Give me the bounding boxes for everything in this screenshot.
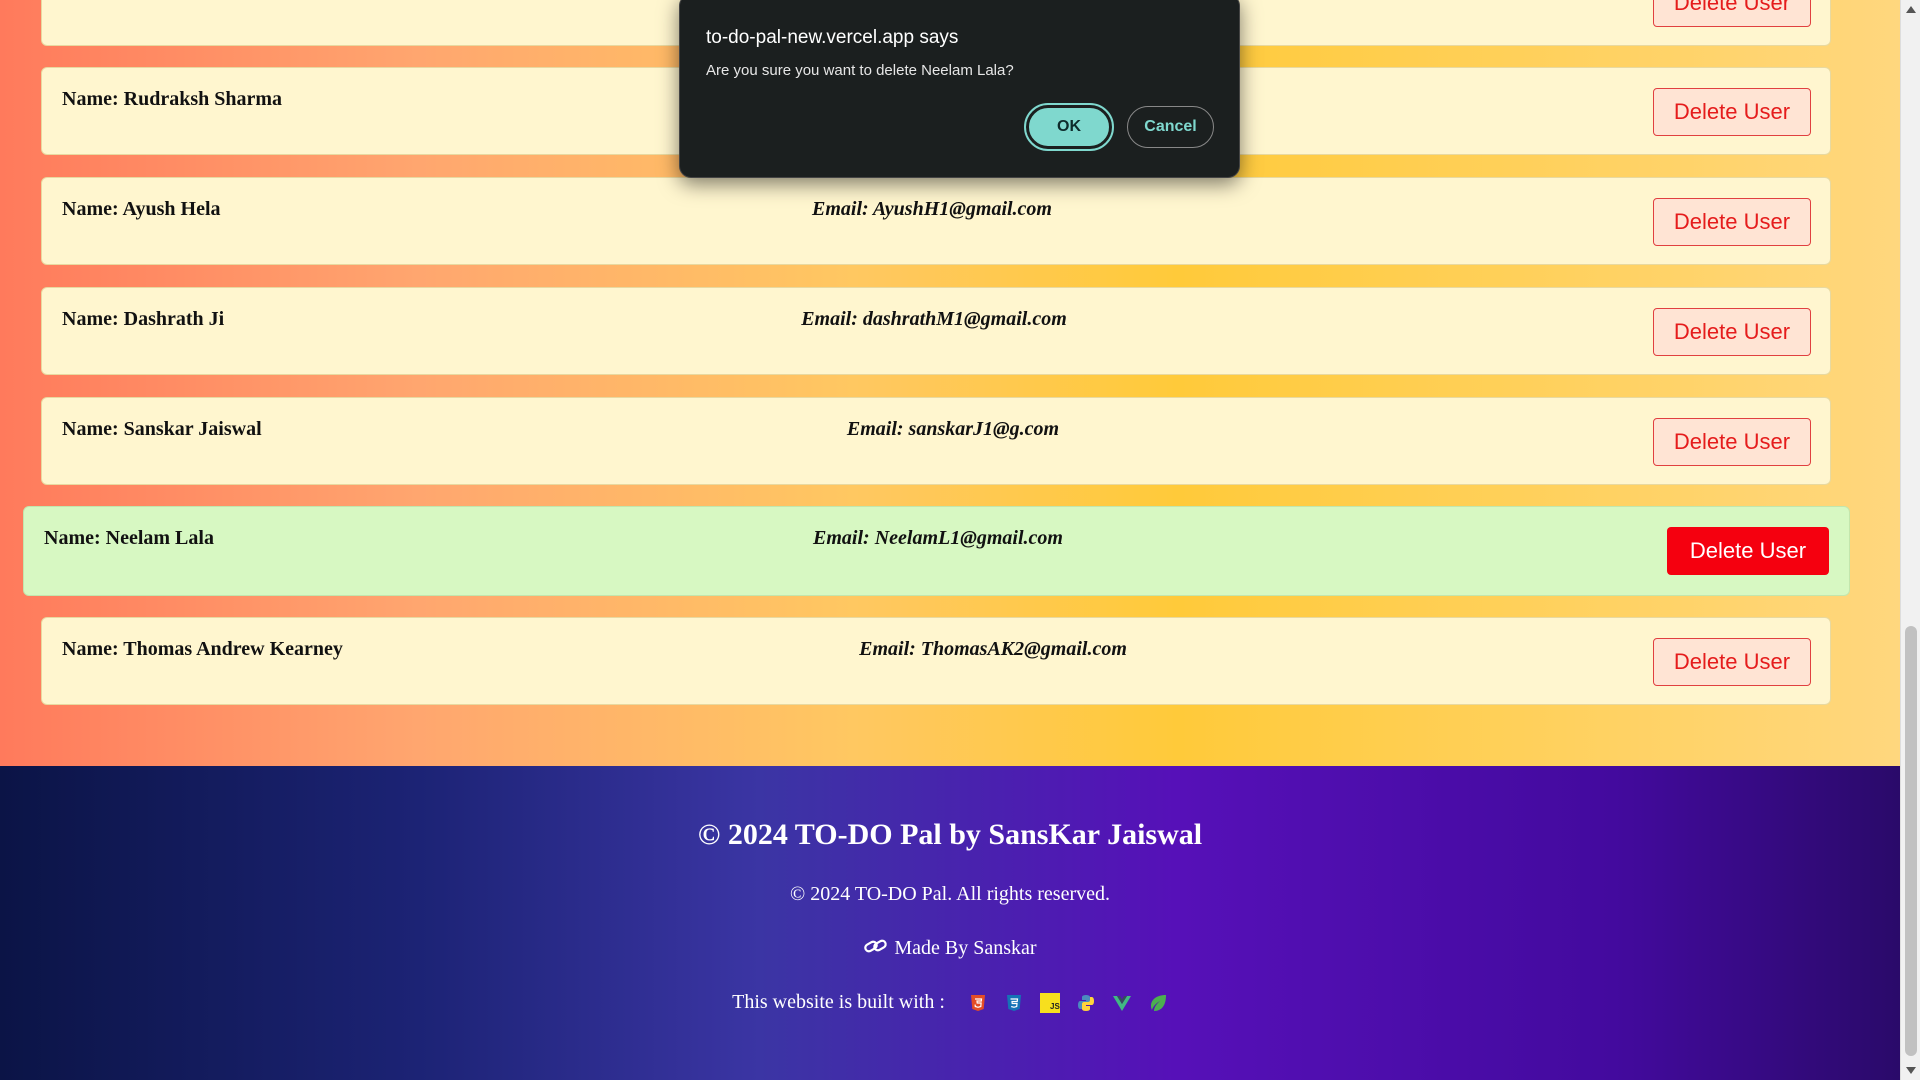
delete-user-button[interactable]: Delete User (1653, 418, 1811, 466)
built-with-label: This website is built with : (732, 991, 945, 1013)
user-name: Name: Sanskar Jaiswal (62, 418, 262, 440)
svg-text:JS: JS (1050, 1002, 1060, 1011)
python-icon (1076, 993, 1096, 1013)
delete-user-button[interactable]: Delete User (1653, 198, 1811, 246)
link-icon (863, 937, 889, 961)
scroll-up-icon[interactable] (1906, 6, 1916, 13)
scroll-down-icon[interactable] (1906, 1067, 1916, 1074)
user-name: Name: Rudraksh Sharma (62, 88, 283, 110)
user-card: Name: Thomas Andrew Kearney Email: Thoma… (41, 617, 1831, 705)
user-email: Email: sanskarJ1@g.com (846, 418, 1060, 440)
tech-icons: JS (968, 993, 1168, 1014)
user-email: Email: dashrathM1@gmail.com (801, 308, 1067, 330)
made-by-link[interactable]: Made By Sanskar (0, 937, 1900, 961)
user-card: Name: Sanskar Jaiswal Email: sanskarJ1@g… (41, 397, 1831, 485)
scrollbar-thumb[interactable] (1905, 626, 1917, 1056)
user-card-highlighted: Name: Neelam Lala Email: NeelamL1@gmail.… (23, 506, 1850, 596)
cancel-button[interactable]: Cancel (1127, 106, 1214, 148)
dialog-title: to-do-pal-new.vercel.app says (706, 27, 959, 48)
made-by-text: Made By Sanskar (894, 937, 1037, 959)
css3-icon (1004, 993, 1024, 1013)
confirm-dialog: to-do-pal-new.vercel.app says Are you su… (679, 0, 1240, 178)
delete-user-button[interactable]: Delete User (1653, 308, 1811, 356)
footer-rights: © 2024 TO-DO Pal. All rights reserved. (790, 883, 1110, 905)
built-with: This website is built with : JS (0, 991, 1900, 1014)
vue-icon (1112, 993, 1132, 1013)
user-card: Name: Ayush Hela Email: AyushH1@gmail.co… (41, 177, 1831, 265)
user-name: Name: Thomas Andrew Kearney (62, 638, 343, 660)
scrollbar[interactable] (1900, 0, 1920, 1080)
ok-button[interactable]: OK (1024, 103, 1114, 151)
delete-user-button[interactable]: Delete User (1653, 638, 1811, 686)
user-name: Name: Ayush Hela (62, 198, 221, 220)
user-email: Email: ThomasAK2@gmail.com (859, 638, 1127, 660)
footer-title: © 2024 TO-DO Pal by SansKar Jaiswal (697, 818, 1203, 851)
delete-user-button[interactable]: Delete User (1653, 0, 1811, 27)
leaf-icon (1148, 993, 1168, 1013)
user-card: Name: Dashrath Ji Email: dashrathM1@gmai… (41, 287, 1831, 375)
user-name: Name: Dashrath Ji (62, 308, 225, 330)
dialog-message: Are you sure you want to delete Neelam L… (706, 62, 1014, 79)
delete-user-button[interactable]: Delete User (1653, 88, 1811, 136)
delete-user-button[interactable]: Delete User (1667, 527, 1829, 575)
javascript-icon: JS (1039, 993, 1060, 1014)
footer: © 2024 TO-DO Pal by SansKar Jaiswal © 20… (0, 766, 1900, 1080)
user-email: Email: NeelamL1@gmail.com (813, 527, 1063, 549)
user-email: Email: AyushH1@gmail.com (812, 198, 1052, 220)
user-name: Name: Neelam Lala (44, 527, 214, 549)
html5-icon (968, 993, 988, 1013)
